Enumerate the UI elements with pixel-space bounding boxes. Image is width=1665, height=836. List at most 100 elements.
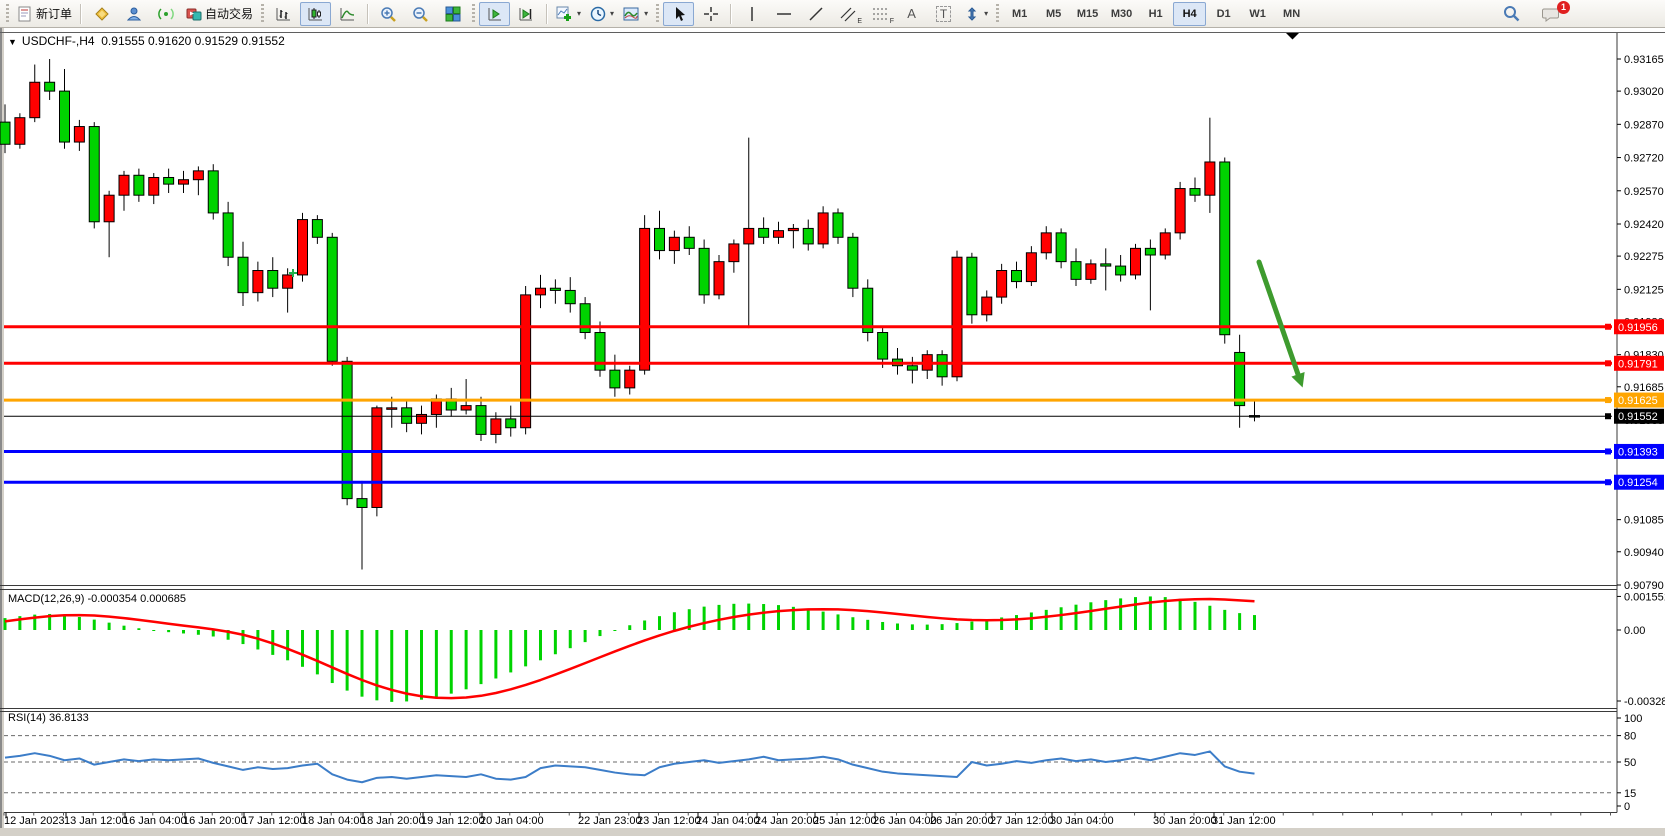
templates-button[interactable]: ▾ [619, 2, 652, 26]
timeframe-h1-button[interactable]: H1 [1139, 2, 1172, 26]
macd-histogram-bar [301, 630, 304, 667]
svg-text:12 Jan 2023: 12 Jan 2023 [4, 815, 65, 827]
search-icon [1503, 5, 1520, 22]
clock-icon [590, 6, 606, 22]
search-button[interactable] [1496, 2, 1527, 26]
candle-body [625, 370, 635, 388]
auto-scroll-button[interactable] [479, 2, 510, 26]
line-handle[interactable] [1605, 479, 1611, 485]
macd-histogram-bar [494, 630, 497, 678]
chart-canvas[interactable]: 0.931650.930200.928700.927200.925700.924… [0, 28, 1665, 836]
notifications-button[interactable]: 1 [1535, 2, 1566, 26]
auto-trading-label: 自动交易 [205, 5, 253, 22]
candle-body [208, 171, 218, 213]
toolbar-drag-handle[interactable] [261, 4, 264, 24]
toolbar-drag-handle[interactable] [472, 4, 475, 24]
candle-body [30, 82, 40, 117]
candle-body [655, 228, 665, 250]
timeframe-d1-button[interactable]: D1 [1207, 2, 1240, 26]
fibonacci-tool-button[interactable]: F [864, 2, 895, 26]
svg-text:80: 80 [1624, 731, 1636, 743]
arrows-tool-button[interactable]: ▾ [960, 2, 992, 26]
timeframe-m1-button[interactable]: M1 [1003, 2, 1036, 26]
chart-shift-button[interactable] [511, 2, 542, 26]
macd-histogram-bar [941, 624, 944, 630]
macd-histogram-bar [242, 630, 245, 644]
signals-button[interactable] [150, 2, 181, 26]
bar-chart-button[interactable] [268, 2, 299, 26]
timeframe-mn-button[interactable]: MN [1275, 2, 1308, 26]
macd-histogram-bar [346, 630, 349, 691]
zoom-out-button[interactable] [405, 2, 436, 26]
candle-body [238, 257, 248, 292]
toolbar-drag-handle[interactable] [996, 4, 999, 24]
candle-body [89, 127, 99, 222]
chevron-down-icon: ▾ [610, 9, 614, 18]
svg-text:30 Jan 20:00: 30 Jan 20:00 [1153, 815, 1217, 827]
macd-histogram-bar [837, 614, 840, 630]
timeframe-h4-button[interactable]: H4 [1173, 2, 1206, 26]
tile-windows-button[interactable] [437, 2, 468, 26]
candle-body [60, 91, 70, 142]
crosshair-icon [703, 6, 719, 22]
candle-body [1235, 352, 1245, 405]
vertical-line-tool-button[interactable] [736, 2, 767, 26]
candle-body [119, 175, 129, 195]
macd-histogram-bar [123, 626, 126, 630]
macd-histogram-bar [1104, 600, 1107, 630]
line-handle[interactable] [1605, 324, 1611, 330]
svg-text:-0.00328: -0.00328 [1624, 696, 1665, 708]
equidistant-channel-tool-button[interactable]: E [832, 2, 863, 26]
chart-window[interactable]: 0.931650.930200.928700.927200.925700.924… [0, 28, 1665, 836]
candle-body [1145, 248, 1155, 255]
macd-histogram-bar [1134, 597, 1137, 630]
line-handle[interactable] [1605, 448, 1611, 454]
svg-text:20 Jan 04:00: 20 Jan 04:00 [480, 815, 544, 827]
candle-body [223, 213, 233, 257]
macd-histogram-bar [628, 625, 631, 630]
candle-body [788, 228, 798, 230]
macd-histogram-bar [1194, 602, 1197, 630]
candlestick-chart-button[interactable] [300, 2, 331, 26]
timeframe-w1-button[interactable]: W1 [1241, 2, 1274, 26]
line-handle[interactable] [1605, 397, 1611, 403]
macd-histogram-bar [851, 617, 854, 630]
text-label-tool-button[interactable]: T [928, 2, 959, 26]
line-handle[interactable] [1605, 413, 1611, 419]
new-order-button[interactable]: 新订单 [13, 2, 76, 26]
macd-histogram-bar [762, 604, 765, 630]
line-handle[interactable] [1605, 360, 1611, 366]
candle-body [952, 257, 962, 377]
auto-scroll-icon [486, 6, 503, 22]
auto-trading-button[interactable]: 自动交易 [182, 2, 257, 26]
toolbar-drag-handle[interactable] [656, 4, 659, 24]
horizontal-line-tool-button[interactable] [768, 2, 799, 26]
text-tool-button[interactable]: A [896, 2, 927, 26]
macd-histogram-bar [673, 612, 676, 630]
crosshair-tool-button[interactable] [695, 2, 726, 26]
price-label-text: 0.91956 [1618, 322, 1658, 334]
macd-histogram-bar [1208, 606, 1211, 630]
trendline-tool-button[interactable] [800, 2, 831, 26]
line-chart-button[interactable] [332, 2, 363, 26]
zoom-in-button[interactable] [373, 2, 404, 26]
add-indicator-button[interactable]: ▾ [552, 2, 585, 26]
community-button[interactable] [118, 2, 149, 26]
person-icon [126, 6, 142, 22]
candle-body [699, 248, 709, 295]
candle-body [714, 262, 724, 295]
macd-histogram-bar [450, 630, 453, 694]
timeframe-m15-button[interactable]: M15 [1071, 2, 1104, 26]
toolbar-separator [80, 4, 82, 24]
toolbar-drag-handle[interactable] [6, 4, 9, 24]
svg-text:26 Jan 20:00: 26 Jan 20:00 [930, 815, 994, 827]
candle-body [521, 295, 531, 428]
macd-histogram-bar [435, 630, 438, 697]
periods-button[interactable]: ▾ [586, 2, 618, 26]
macd-histogram-bar [1045, 610, 1048, 630]
cursor-tool-button[interactable] [663, 2, 694, 26]
svg-text:0.92420: 0.92420 [1624, 219, 1664, 231]
timeframe-m30-button[interactable]: M30 [1105, 2, 1138, 26]
gold-button[interactable] [86, 2, 117, 26]
timeframe-m5-button[interactable]: M5 [1037, 2, 1070, 26]
